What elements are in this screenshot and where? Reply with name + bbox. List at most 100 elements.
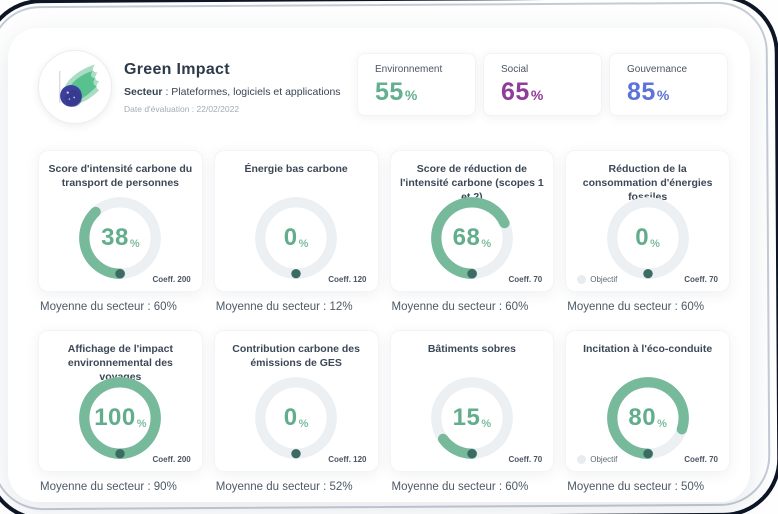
metric-card[interactable]: Contribution carbone des émissions de GE… — [214, 330, 379, 472]
objectif-dot-icon — [577, 455, 586, 464]
gauge: 80% — [601, 371, 695, 465]
gauge-value: 68 — [453, 224, 481, 252]
gauge-unit: % — [130, 238, 140, 250]
card-footer: Coeff. 120 — [226, 455, 367, 464]
esg-score-card: Environnement 55% — [357, 53, 476, 116]
gauge-value: 15 — [453, 404, 481, 432]
gauge-unit: % — [481, 238, 491, 250]
objectif-badge: Objectif — [577, 275, 617, 284]
sector-average-label: Moyenne du secteur : 50% — [565, 481, 730, 493]
gauge-value: 0 — [284, 224, 298, 252]
coefficient-label: Coeff. 120 — [328, 455, 366, 464]
card-footer: Coeff. 200 — [50, 455, 191, 464]
date-label: Date d'évaluation — [124, 104, 189, 114]
dashboard-panel: Green Impact Secteur : Plateformes, logi… — [8, 28, 750, 502]
coefficient-label: Coeff. 70 — [508, 275, 542, 284]
gauge-value: 38 — [101, 224, 129, 252]
coefficient-label: Coeff. 70 — [684, 275, 718, 284]
header: Green Impact Secteur : Plateformes, logi… — [38, 50, 728, 124]
sector-line: Secteur : Plateformes, logiciels et appl… — [124, 86, 341, 98]
metric-title: Incitation à l'éco-conduite — [574, 342, 721, 371]
coefficient-label: Coeff. 70 — [684, 455, 718, 464]
sector-average-label: Moyenne du secteur : 60% — [38, 301, 203, 313]
metric-block: Énergie bas carbone 0% Coeff. 120 Moyenn… — [214, 150, 379, 313]
metric-card[interactable]: Énergie bas carbone 0% Coeff. 120 — [214, 150, 379, 292]
screenshot-canvas: Green Impact Secteur : Plateformes, logi… — [0, 0, 778, 514]
coefficient-label: Coeff. 70 — [508, 455, 542, 464]
card-footer: Coeff. 70 — [402, 275, 543, 284]
sector-average-label: Moyenne du secteur : 90% — [38, 481, 203, 493]
coefficient-label: Coeff. 200 — [153, 275, 191, 284]
esg-score-label: Environnement — [375, 64, 475, 75]
metric-title: Affichage de l'impact environnemental de… — [47, 342, 194, 371]
gauge: 0% — [249, 371, 343, 465]
esg-score-label: Social — [501, 64, 601, 75]
gauge: 0% — [601, 191, 695, 285]
esg-score-unit: % — [405, 87, 417, 103]
metric-title: Réduction de la consommation d'énergies … — [574, 162, 721, 191]
metric-title: Contribution carbone des émissions de GE… — [223, 342, 370, 371]
esg-score-value: 55 — [375, 78, 404, 107]
gauge-text: 0% — [249, 371, 343, 465]
metric-block: Réduction de la consommation d'énergies … — [565, 150, 730, 313]
metric-title: Bâtiments sobres — [399, 342, 546, 371]
sector-value: : Plateformes, logiciels et applications — [163, 86, 341, 98]
gauge-unit: % — [650, 238, 660, 250]
gauge-text: 68% — [425, 191, 519, 285]
sector-average-label: Moyenne du secteur : 60% — [565, 301, 730, 313]
card-footer: Objectif Coeff. 70 — [577, 455, 718, 464]
gauge-text: 0% — [601, 191, 695, 285]
sector-label: Secteur — [124, 86, 163, 98]
esg-score-value-row: 55% — [375, 78, 475, 107]
esg-score-unit: % — [657, 87, 669, 103]
gauge-text: 100% — [73, 371, 167, 465]
gauge-unit: % — [481, 418, 491, 430]
gauge-text: 38% — [73, 191, 167, 285]
metrics-grid: Score d'intensité carbone du transport d… — [38, 150, 730, 493]
card-footer: Coeff. 120 — [226, 275, 367, 284]
metric-title: Score de réduction de l'intensité carbon… — [399, 162, 546, 191]
sector-average-label: Moyenne du secteur : 12% — [214, 301, 379, 313]
objectif-badge: Objectif — [577, 455, 617, 464]
objectif-label: Objectif — [590, 275, 617, 284]
gauge-value: 0 — [635, 224, 649, 252]
esg-score-value-row: 85% — [627, 78, 727, 107]
esg-score-label: Gouvernance — [627, 64, 727, 75]
metric-card[interactable]: Réduction de la consommation d'énergies … — [565, 150, 730, 292]
brand-text: Green Impact Secteur : Plateformes, logi… — [124, 61, 341, 114]
coefficient-label: Coeff. 120 — [328, 275, 366, 284]
metric-card[interactable]: Score d'intensité carbone du transport d… — [38, 150, 203, 292]
gauge-unit: % — [299, 418, 309, 430]
metric-title: Énergie bas carbone — [223, 162, 370, 191]
metric-card[interactable]: Affichage de l'impact environnemental de… — [38, 330, 203, 472]
evaluation-date: Date d'évaluation : 22/02/2022 — [124, 104, 341, 114]
metric-title: Score d'intensité carbone du transport d… — [47, 162, 194, 191]
esg-scores: Environnement 55% Social 65% Gouvernance… — [357, 53, 728, 116]
metric-block: Affichage de l'impact environnemental de… — [38, 330, 203, 493]
sector-average-label: Moyenne du secteur : 52% — [214, 481, 379, 493]
gauge-text: 15% — [425, 371, 519, 465]
gauge: 68% — [425, 191, 519, 285]
metric-card[interactable]: Score de réduction de l'intensité carbon… — [390, 150, 555, 292]
gauge-value: 80 — [628, 404, 656, 432]
sector-average-label: Moyenne du secteur : 60% — [390, 481, 555, 493]
gauge-value: 100 — [94, 404, 136, 432]
gauge: 15% — [425, 371, 519, 465]
comet-icon — [46, 58, 104, 116]
esg-score-value: 65 — [501, 78, 530, 107]
objectif-dot-icon — [577, 275, 586, 284]
metric-card[interactable]: Bâtiments sobres 15% Coeff. 70 — [390, 330, 555, 472]
sector-average-label: Moyenne du secteur : 60% — [390, 301, 555, 313]
esg-score-card: Social 65% — [483, 53, 602, 116]
metric-block: Score d'intensité carbone du transport d… — [38, 150, 203, 313]
date-value: : 22/02/2022 — [189, 104, 239, 114]
brand: Green Impact Secteur : Plateformes, logi… — [38, 50, 341, 124]
gauge-unit: % — [137, 418, 147, 430]
gauge-value: 0 — [284, 404, 298, 432]
gauge-text: 0% — [249, 191, 343, 285]
metric-block: Incitation à l'éco-conduite 80% Objectif… — [565, 330, 730, 493]
metric-card[interactable]: Incitation à l'éco-conduite 80% Objectif… — [565, 330, 730, 472]
card-footer: Objectif Coeff. 70 — [577, 275, 718, 284]
gauge: 0% — [249, 191, 343, 285]
gauge-unit: % — [299, 238, 309, 250]
